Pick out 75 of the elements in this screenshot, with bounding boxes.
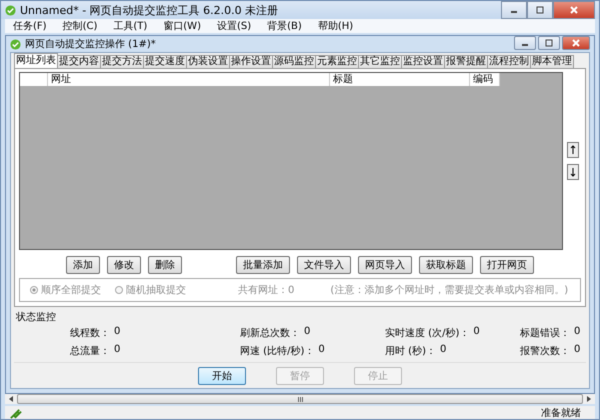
column-header[interactable]: 网址: [48, 73, 330, 86]
tab[interactable]: 伪装设置: [186, 55, 230, 68]
scroll-right-icon[interactable]: [587, 396, 591, 402]
button[interactable]: 批量添加: [236, 256, 290, 274]
tab[interactable]: 元素监控: [315, 55, 359, 68]
tab[interactable]: 其它监控: [358, 55, 402, 68]
stat-label: 线程数：: [70, 326, 110, 340]
move-up-button[interactable]: [567, 142, 579, 158]
window-title: Unnamed* - 网页自动提交监控工具 6.2.0.0 未注册: [20, 2, 280, 18]
tab[interactable]: 提交方法: [100, 55, 144, 68]
stat-value: 0: [318, 344, 325, 357]
tab[interactable]: 提交内容: [57, 55, 101, 68]
stat-value: 0: [114, 344, 120, 357]
plug-icon: [9, 406, 22, 419]
close-button[interactable]: [562, 36, 590, 50]
stat-value: 0: [574, 326, 580, 339]
button[interactable]: 获取标题: [419, 256, 473, 274]
tab[interactable]: 网址列表: [14, 53, 58, 68]
stat-label: 总流量：: [70, 344, 110, 358]
stat-value: 0: [304, 326, 310, 339]
button[interactable]: 添加: [66, 256, 100, 274]
button[interactable]: 开始: [198, 367, 246, 385]
maximize-icon: [544, 39, 554, 47]
app-logo-icon: [10, 38, 21, 50]
move-down-button[interactable]: [567, 164, 579, 180]
stat-value: 0: [473, 326, 480, 339]
stat-value: 0: [574, 344, 580, 357]
close-icon: [571, 39, 581, 47]
up-arrow-icon: [570, 145, 576, 155]
stat-label: 标题错误：: [520, 326, 570, 340]
maximize-button[interactable]: [527, 1, 553, 19]
app-logo-icon: [5, 4, 16, 16]
minimize-button[interactable]: [514, 36, 536, 50]
menu-item[interactable]: 窗口(W): [155, 19, 209, 33]
minimize-button[interactable]: [501, 1, 527, 19]
close-button[interactable]: [553, 1, 595, 19]
menu-item[interactable]: 帮助(H): [310, 19, 362, 33]
scroll-left-icon[interactable]: [9, 396, 13, 402]
maximize-icon: [535, 6, 545, 14]
tab[interactable]: 报警提醒: [444, 55, 488, 68]
stat-label: 网速 (比特/秒)：: [240, 344, 314, 358]
menu-item[interactable]: 工具(T): [105, 19, 156, 33]
tab[interactable]: 脚本管理: [530, 55, 574, 68]
button[interactable]: 文件导入: [297, 256, 351, 274]
down-arrow-icon: [570, 167, 576, 177]
column-header[interactable]: 编码: [470, 73, 500, 86]
menu-item[interactable]: 控制(C): [54, 19, 106, 33]
stat-label: 用时 (秒)：: [385, 344, 436, 358]
button[interactable]: 修改: [107, 256, 141, 274]
button[interactable]: 删除: [148, 256, 182, 274]
button[interactable]: 网页导入: [358, 256, 412, 274]
status-text: 准备就绪: [541, 406, 581, 419]
button[interactable]: 打开网页: [480, 256, 534, 274]
grip-icon: [298, 396, 302, 402]
stat-value: 0: [440, 344, 446, 357]
note-text: (注意：添加多个网址时，需要提交表单或内容相同。): [330, 284, 568, 297]
menu-item[interactable]: 背景(B): [259, 19, 310, 33]
stat-value: 0: [114, 326, 120, 339]
url-count: 共有网址：0: [238, 284, 294, 297]
column-header[interactable]: 标题: [330, 73, 470, 86]
tab[interactable]: 源码监控: [272, 55, 316, 68]
tab[interactable]: 监控设置: [401, 55, 445, 68]
stat-label: 报警次数：: [520, 344, 570, 358]
tab[interactable]: 操作设置: [229, 55, 273, 68]
tab[interactable]: 提交速度: [143, 55, 187, 68]
maximize-button[interactable]: [538, 36, 560, 50]
child-window-title: 网页自动提交监控操作 (1#)*: [25, 38, 157, 51]
menu-item[interactable]: 任务(F): [5, 19, 55, 33]
horizontal-scrollbar[interactable]: [5, 394, 595, 404]
tab[interactable]: 流程控制: [487, 55, 531, 68]
menu-item[interactable]: 设置(S): [208, 19, 260, 33]
stat-label: 刷新总次数：: [240, 326, 300, 340]
section-title: 状态监控: [16, 310, 57, 324]
close-icon: [569, 6, 579, 14]
stat-label: 实时速度 (次/秒)：: [385, 326, 470, 340]
